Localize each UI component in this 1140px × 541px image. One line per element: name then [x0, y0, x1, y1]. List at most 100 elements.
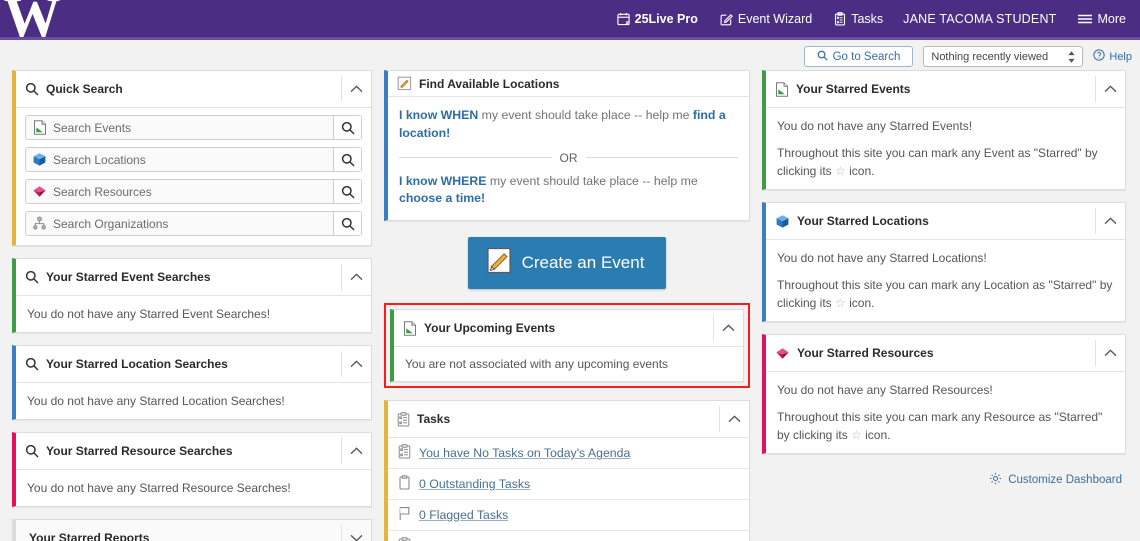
- panel-starred-event-searches-title: Your Starred Event Searches: [46, 270, 211, 284]
- collapse-toggle-quick-search[interactable]: [341, 76, 371, 102]
- task-row[interactable]: 2 Tasks Assigned By You: [388, 531, 749, 541]
- panel-starred-events-title: Your Starred Events: [796, 82, 911, 96]
- task-row[interactable]: 0 Outstanding Tasks: [388, 469, 749, 501]
- uw-logo[interactable]: W: [0, 0, 62, 39]
- clipboard-list-icon: [398, 537, 411, 541]
- magnifier-icon: [25, 270, 39, 284]
- search-events-button[interactable]: [333, 116, 361, 139]
- search-resources-row[interactable]: [25, 179, 362, 204]
- search-icon: [817, 50, 828, 64]
- task-row[interactable]: 0 Flagged Tasks: [388, 500, 749, 532]
- help-link[interactable]: Help: [1093, 49, 1132, 64]
- starred-locations-hint-a: Throughout this site you can mark any Lo…: [777, 278, 1113, 310]
- nav-25live-pro-label: 25Live Pro: [634, 11, 698, 26]
- event-doc-icon: [775, 81, 789, 97]
- starred-locations-hint-b: icon.: [849, 296, 875, 310]
- nav-25live-pro[interactable]: 25Live Pro: [615, 9, 700, 29]
- collapse-toggle-starred-event-searches[interactable]: [341, 264, 371, 290]
- dashboard-main: Quick Search Search Events Search Locati…: [0, 70, 1140, 541]
- create-event-label: Create an Event: [521, 253, 645, 273]
- task-link-outstanding[interactable]: 0 Outstanding Tasks: [419, 477, 530, 491]
- panel-starred-resource-searches-header: Your Starred Resource Searches: [16, 433, 371, 470]
- panel-tasks-title: Tasks: [417, 412, 451, 427]
- find-by-when-link[interactable]: I know WHEN my event should take place -…: [399, 107, 738, 143]
- nav-tasks-label: Tasks: [851, 11, 884, 26]
- secondary-toolbar: Go to Search Nothing recently viewed Hel…: [0, 40, 1140, 70]
- starred-event-searches-message: You do not have any Starred Event Search…: [27, 307, 271, 321]
- collapse-toggle-starred-resource-searches[interactable]: [341, 438, 371, 464]
- panel-upcoming-events-body: You are not associated with any upcoming…: [394, 347, 743, 381]
- collapse-toggle-tasks[interactable]: [719, 406, 749, 433]
- create-event-button[interactable]: Create an Event: [467, 237, 667, 290]
- collapse-toggle-starred-locations[interactable]: [1095, 208, 1125, 234]
- collapse-toggle-starred-events[interactable]: [1095, 76, 1125, 102]
- collapse-toggle-upcoming-events[interactable]: [713, 315, 743, 342]
- clipboard-icon: [834, 11, 846, 26]
- search-organizations-button[interactable]: [333, 212, 361, 235]
- nav-more-label: More: [1097, 11, 1126, 26]
- middle-column: Find Available Locations I know WHEN my …: [384, 70, 750, 541]
- star-outline-icon: ☆: [851, 428, 862, 442]
- collapse-toggle-starred-location-searches[interactable]: [341, 351, 371, 377]
- task-link-flagged[interactable]: 0 Flagged Tasks: [419, 508, 508, 522]
- gear-icon: [989, 472, 1002, 488]
- search-locations-button[interactable]: [333, 148, 361, 171]
- when-bold-lead: I know WHEN: [399, 108, 479, 122]
- upcoming-events-highlight: Your Upcoming Events You are not associa…: [384, 303, 750, 389]
- panel-find-available-locations: Find Available Locations I know WHEN my …: [384, 70, 750, 222]
- search-events-row[interactable]: [25, 115, 362, 140]
- panel-starred-location-searches-header: Your Starred Location Searches: [16, 346, 371, 383]
- starred-events-message-2: Throughout this site you can mark any Ev…: [777, 144, 1114, 180]
- when-text: my event should take place -- help me: [478, 108, 693, 122]
- panel-starred-events-body: You do not have any Starred Events! Thro…: [766, 108, 1125, 189]
- panel-starred-events-header: Your Starred Events: [766, 71, 1125, 108]
- collapse-toggle-starred-resources[interactable]: [1095, 340, 1125, 366]
- where-bold-lead: I know WHERE: [399, 173, 487, 188]
- panel-starred-event-searches-header: Your Starred Event Searches: [16, 259, 371, 296]
- customize-dashboard-link[interactable]: Customize Dashboard: [762, 466, 1126, 488]
- panel-quick-search-title: Quick Search: [46, 82, 123, 96]
- panel-starred-resource-searches-title: Your Starred Resource Searches: [46, 444, 233, 458]
- where-text: my event should take place -- help me: [486, 173, 698, 188]
- panel-upcoming-events-header: Your Upcoming Events: [394, 310, 743, 348]
- panel-starred-resources-title: Your Starred Resources: [797, 346, 934, 360]
- nav-tasks[interactable]: Tasks: [832, 9, 885, 29]
- nav-more[interactable]: More: [1075, 9, 1128, 29]
- event-doc-icon: [26, 116, 53, 139]
- search-events-input[interactable]: [53, 116, 333, 139]
- nav-event-wizard[interactable]: Event Wizard: [718, 9, 814, 29]
- expand-toggle-starred-reports[interactable]: [341, 525, 371, 541]
- panel-upcoming-events: Your Upcoming Events You are not associa…: [390, 309, 744, 383]
- recently-viewed-value: Nothing recently viewed: [931, 50, 1049, 63]
- panel-starred-locations-title: Your Starred Locations: [797, 214, 929, 228]
- clipboard-list-icon: [397, 412, 410, 427]
- search-resources-button[interactable]: [333, 180, 361, 203]
- customize-dashboard-label: Customize Dashboard: [1008, 474, 1122, 486]
- task-link-today-agenda[interactable]: You have No Tasks on Today's Agenda: [419, 446, 630, 460]
- search-locations-row[interactable]: [25, 147, 362, 172]
- find-by-where-link[interactable]: I know WHERE my event should take place …: [399, 173, 738, 209]
- user-menu[interactable]: JANE TACOMA STUDENT: [903, 12, 1056, 26]
- search-organizations-input[interactable]: [53, 212, 333, 235]
- search-locations-input[interactable]: [53, 148, 333, 171]
- logo-w-glyph: W: [3, 0, 61, 39]
- or-label: OR: [559, 150, 578, 165]
- pencil-square-icon: [720, 12, 733, 26]
- magnifier-icon: [25, 357, 39, 371]
- panel-tasks: Tasks You have No Tasks on Today's Agend…: [384, 400, 750, 541]
- panel-find-available-locations-title: Find Available Locations: [419, 76, 560, 91]
- starred-resources-hint-b: icon.: [865, 428, 891, 442]
- starred-resources-message-1: You do not have any Starred Resources!: [777, 383, 993, 397]
- go-to-search-label: Go to Search: [832, 50, 901, 63]
- task-row[interactable]: You have No Tasks on Today's Agenda: [388, 438, 749, 470]
- resource-diamond-icon: [775, 346, 790, 361]
- recently-viewed-select[interactable]: Nothing recently viewed: [923, 46, 1084, 67]
- search-organizations-row[interactable]: [25, 211, 362, 236]
- go-to-search-button[interactable]: Go to Search: [803, 46, 914, 67]
- starred-locations-message-2: Throughout this site you can mark any Lo…: [777, 276, 1114, 312]
- panel-upcoming-events-title: Your Upcoming Events: [424, 321, 556, 336]
- search-resources-input[interactable]: [53, 180, 333, 203]
- organization-tree-icon: [26, 212, 53, 235]
- panel-starred-locations-header: Your Starred Locations: [766, 203, 1125, 240]
- clipboard-blank-icon: [398, 475, 411, 493]
